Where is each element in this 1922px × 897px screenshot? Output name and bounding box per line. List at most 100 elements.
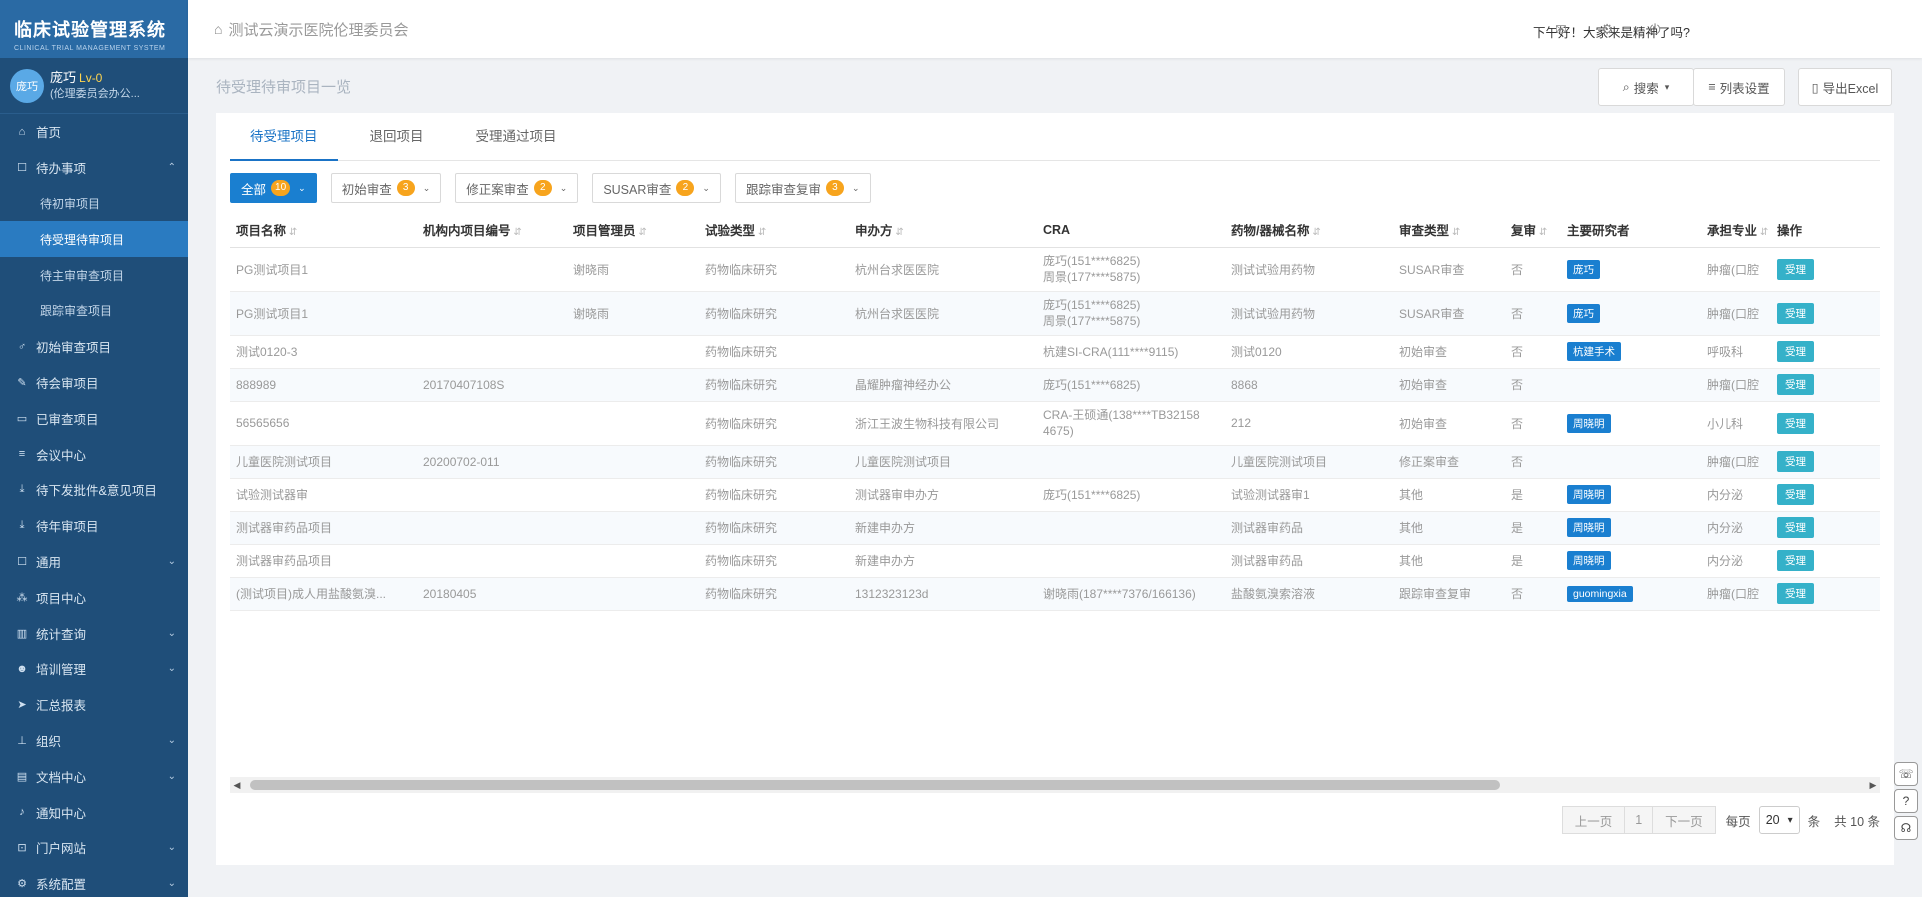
sidebar-item-label: 已审查项目 (36, 412, 99, 427)
column-header[interactable]: 申办方 ⇵ (849, 213, 1037, 248)
sidebar-item-4[interactable]: 待主审审查项目 (0, 257, 188, 293)
filter-button-2[interactable]: 修正案审查 2 ⌄ (455, 173, 579, 203)
support-icon[interactable]: ☊ (1894, 816, 1918, 840)
accept-button[interactable]: 受理 (1777, 258, 1814, 280)
filter-button-4[interactable]: 跟踪审查复审 3 ⌄ (734, 173, 871, 203)
sidebar-item-5[interactable]: 跟踪审查项目 (0, 293, 188, 329)
sort-icon[interactable]: ⇵ (758, 227, 766, 238)
tab-0[interactable]: 待受理项目 (230, 113, 338, 161)
table-row[interactable]: PG测试项目1 谢晓雨 药物临床研究 杭州台求医医院 庞巧(151****6825) 周景… (230, 291, 1880, 336)
sidebar-item-17[interactable]: ⊥ 组织 ⌄ (0, 723, 188, 759)
accept-button[interactable]: 受理 (1777, 302, 1814, 324)
scroll-right-icon[interactable]: ▶ (1866, 777, 1880, 793)
table-row[interactable]: 试验测试器审 药物临床研究 测试器审申办方 庞巧(151****6825) 试验测试器审… (230, 478, 1880, 512)
filter-button-1[interactable]: 初始审查 3 ⌄ (330, 173, 442, 203)
tab-2[interactable]: 受理通过项目 (456, 113, 577, 161)
page-number[interactable]: 1 (1625, 806, 1653, 834)
sidebar-item-7[interactable]: ✎ 待会审项目 (0, 365, 188, 401)
table-cell: 晶耀肿瘤神经办公 (849, 368, 1037, 402)
sidebar-item-0[interactable]: ⌂ 首页 (0, 114, 188, 150)
sidebar-item-10[interactable]: ⤓ 待下发批件&意见项目 (0, 472, 188, 508)
table-row[interactable]: 测试器审药品项目 药物临床研究 新建申办方 测试器审药品 其他是周晓明 内分泌 受理 (230, 544, 1880, 578)
chat-icon[interactable]: ☏ (1894, 762, 1918, 786)
column-settings-button[interactable]: ≡ 列表设置 (1693, 68, 1785, 106)
filter-button-3[interactable]: SUSAR审查 2 ⌄ (592, 173, 721, 203)
filter-button-0[interactable]: 全部 10 ⌄ (230, 173, 317, 203)
sort-icon[interactable]: ⇵ (1312, 227, 1320, 238)
table-cell: 试验测试器审1 (1225, 478, 1393, 512)
table-cell (417, 478, 567, 512)
column-header[interactable]: 复审 ⇵ (1505, 213, 1561, 248)
sort-icon[interactable]: ⇵ (639, 227, 647, 238)
sidebar-item-12[interactable]: ☐ 通用 ⌄ (0, 544, 188, 580)
per-page-select[interactable]: 20 ▾ (1758, 806, 1800, 834)
accept-button[interactable]: 受理 (1777, 517, 1814, 538)
accept-button[interactable]: 受理 (1777, 550, 1814, 571)
power-icon[interactable]: ⏻ (1646, 20, 1664, 38)
table-row[interactable]: 888989 20170407108S 药物临床研究 晶耀肿瘤神经办公 庞巧(151**… (230, 368, 1880, 402)
sort-icon[interactable]: ⇵ (1452, 227, 1460, 238)
sidebar-item-11[interactable]: ⤓ 待年审项目 (0, 508, 188, 544)
sidebar-item-20[interactable]: ⊡ 门户网站 ⌄ (0, 830, 188, 866)
table-row[interactable]: 儿童医院测试项目 20200702-011 药物临床研究 儿童医院测试项目 儿童医院测试… (230, 445, 1880, 479)
table-row[interactable]: (测试项目)成人用盐酸氨溴... 20180405 药物临床研究 1312323123… (230, 577, 1880, 611)
accept-button[interactable]: 受理 (1777, 484, 1814, 505)
org-breadcrumb: ⌂ 测试云演示医院伦理委员会 (214, 19, 408, 40)
tab-1[interactable]: 退回项目 (350, 113, 444, 161)
search-button[interactable]: ⌕ 搜索 ▾ (1598, 68, 1694, 106)
main-panel: 待受理项目 退回项目 受理通过项目 全部 10 ⌄ 初始审查 3 ⌄ 修正案审查 2 ⌄ SUSAR审… (216, 113, 1894, 865)
sort-icon[interactable]: ⇵ (289, 227, 297, 238)
gear-icon[interactable]: ⚙ (1598, 20, 1616, 38)
column-header[interactable]: 审查类型 ⇵ (1393, 213, 1505, 248)
accept-button[interactable]: 受理 (1777, 412, 1814, 434)
export-excel-button[interactable]: ▯ 导出Excel (1798, 68, 1892, 106)
sort-icon[interactable]: ⇵ (514, 227, 522, 238)
sidebar-item-13[interactable]: ⁂ 项目中心 (0, 579, 188, 615)
table-cell: 盐酸氨溴索溶液 (1225, 577, 1393, 611)
sidebar-item-16[interactable]: ➤ 汇总报表 (0, 687, 188, 723)
sidebar-item-19[interactable]: ♪ 通知中心 (0, 794, 188, 830)
column-header[interactable]: 药物/器械名称 ⇵ (1225, 213, 1393, 248)
table-row[interactable]: 测试器审药品项目 药物临床研究 新建申办方 测试器审药品 其他是周晓明 内分泌 受理 (230, 511, 1880, 545)
sidebar-item-2[interactable]: 待初审项目 (0, 186, 188, 222)
sidebar-item-9[interactable]: ≡ 会议中心 (0, 436, 188, 472)
sidebar-item-6[interactable]: ♂ 初始审查项目 (0, 329, 188, 365)
accept-button[interactable]: 受理 (1777, 451, 1814, 472)
avatar[interactable]: 庞巧 (10, 68, 44, 103)
table-cell: 庞巧(151****6825) (1037, 478, 1225, 512)
table-cell: 测试0120-3 (230, 335, 417, 369)
column-header[interactable]: 项目管理员 ⇵ (567, 213, 699, 248)
column-header[interactable]: 试验类型 ⇵ (699, 213, 849, 248)
mail-icon[interactable]: ✉ (1552, 20, 1570, 38)
next-page-button[interactable]: 下一页 (1652, 806, 1716, 834)
column-header[interactable]: 机构内项目编号 ⇵ (417, 213, 567, 248)
sidebar-item-label: 待年审项目 (36, 520, 99, 535)
accept-button[interactable]: 受理 (1777, 583, 1814, 604)
table-row[interactable]: PG测试项目1 谢晓雨 药物临床研究 杭州台求医医院 庞巧(151****6825) 周景… (230, 247, 1880, 292)
scrollbar-thumb[interactable] (250, 780, 1500, 790)
column-header[interactable]: 承担专业 ⇵ (1701, 213, 1771, 248)
help-icon[interactable]: ? (1894, 789, 1918, 813)
table-cell (567, 478, 699, 512)
sidebar-item-14[interactable]: ▥ 统计查询 ⌄ (0, 615, 188, 651)
accept-button[interactable]: 受理 (1777, 374, 1814, 395)
horizontal-scrollbar[interactable]: ◀ ▶ (230, 777, 1880, 793)
sidebar-item-3[interactable]: 待受理待审项目 (0, 221, 188, 258)
sort-icon[interactable]: ⇵ (1760, 227, 1768, 238)
sidebar-item-1[interactable]: ☐ 待办事项 ⌃ (0, 150, 188, 186)
sort-icon[interactable]: ⇵ (896, 227, 904, 238)
sidebar-item-15[interactable]: ☻ 培训管理 ⌄ (0, 651, 188, 687)
sidebar-item-8[interactable]: ▭ 已审查项目 (0, 400, 188, 436)
table-row[interactable]: 测试0120-3 药物临床研究 杭建SI-CRA(111****9115) 测试012… (230, 335, 1880, 369)
sort-icon[interactable]: ⇵ (1539, 227, 1547, 238)
sidebar-item-21[interactable]: ⚙ 系统配置 ⌄ (0, 866, 188, 897)
table-row[interactable]: 56565656 药物临床研究 浙江王波生物科技有限公司 CRA-王硕通(138***… (230, 401, 1880, 446)
column-header[interactable]: 项目名称 ⇵ (230, 213, 417, 248)
sidebar-item-18[interactable]: ▤ 文档中心 ⌄ (0, 758, 188, 794)
chevron-down-icon: ⌄ (167, 734, 176, 746)
scroll-left-icon[interactable]: ◀ (230, 777, 244, 793)
prev-page-button[interactable]: 上一页 (1561, 806, 1626, 834)
user-panel[interactable]: 庞巧 庞巧 Lv-0 (伦理委员会办公... (0, 58, 188, 114)
table-cell: 庞巧(151****6825) 周景(177****5875) (1037, 291, 1225, 336)
accept-button[interactable]: 受理 (1777, 341, 1814, 362)
